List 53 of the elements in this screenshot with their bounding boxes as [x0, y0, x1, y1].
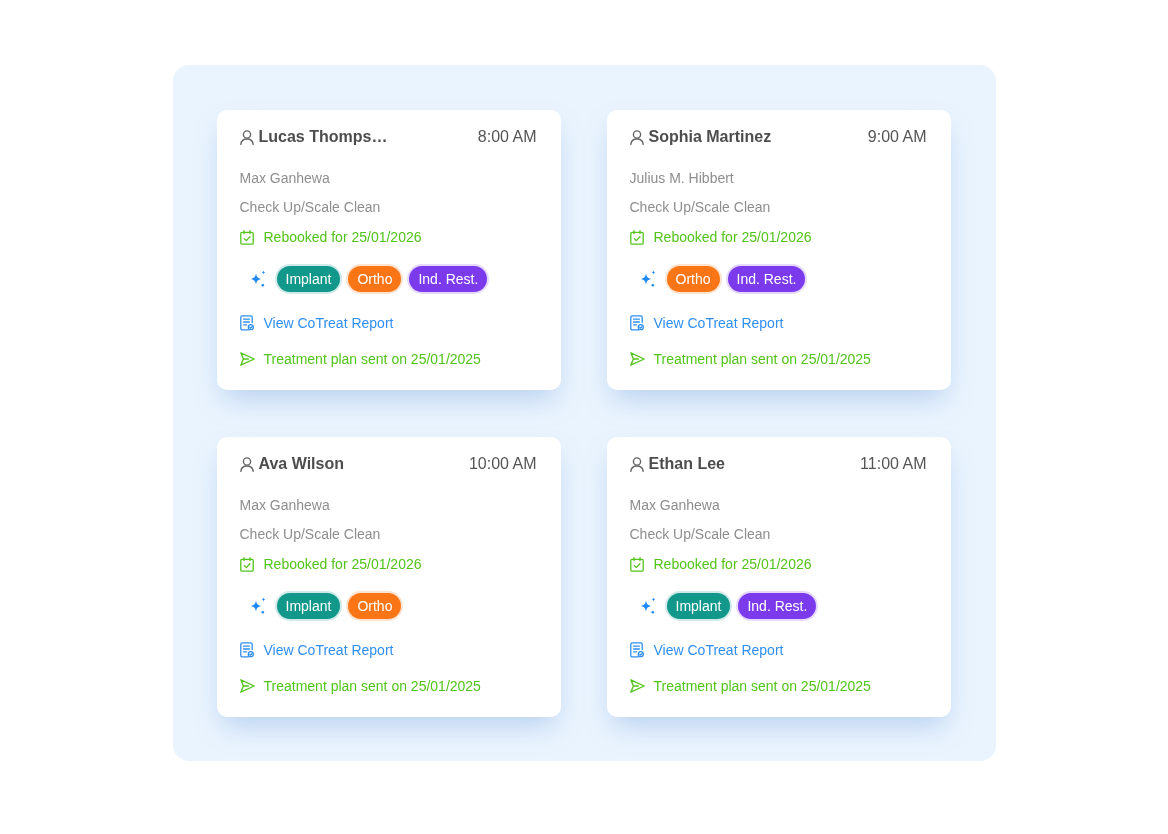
provider-name: Max Ganhewa: [239, 169, 330, 188]
category-tag: Implant: [276, 266, 341, 292]
view-report-link[interactable]: View CoTreat Report: [263, 640, 394, 660]
plan-sent-status: Treatment plan sent on 25/01/2025: [263, 677, 481, 696]
patient-name: Ethan Lee: [648, 454, 725, 474]
appointment-time: 11:00 AM: [860, 454, 927, 474]
category-tag: Ortho: [348, 593, 402, 619]
procedure-name: Check Up/Scale Clean: [629, 198, 771, 217]
rebooked-status: Rebooked for 25/01/2026: [263, 555, 422, 574]
view-report-link[interactable]: View CoTreat Report: [653, 640, 784, 660]
document-icon: [239, 315, 254, 331]
send-icon: [629, 352, 645, 366]
category-tag: Ind. Rest.: [409, 266, 488, 292]
plan-sent-status: Treatment plan sent on 25/01/2025: [653, 350, 871, 369]
procedure-name: Check Up/Scale Clean: [629, 525, 771, 544]
provider-name: Max Ganhewa: [239, 496, 330, 515]
appointment-time: 8:00 AM: [477, 127, 537, 147]
appointment-time: 9:00 AM: [867, 127, 927, 147]
person-icon: [629, 129, 644, 145]
patient-name: Lucas Thomps…: [258, 127, 388, 147]
category-tag: Ind. Rest.: [727, 266, 806, 292]
plan-sent-status: Treatment plan sent on 25/01/2025: [263, 350, 481, 369]
document-icon: [629, 642, 644, 658]
provider-name: Julius M. Hibbert: [629, 169, 734, 188]
rebooked-status: Rebooked for 25/01/2026: [653, 555, 812, 574]
person-icon: [239, 456, 254, 472]
category-tag: Ortho: [666, 266, 720, 292]
calendar-check-icon: [629, 556, 644, 572]
calendar-check-icon: [239, 556, 254, 572]
send-icon: [239, 679, 255, 693]
procedure-name: Check Up/Scale Clean: [239, 198, 381, 217]
category-tag: Ind. Rest.: [738, 593, 817, 619]
procedure-name: Check Up/Scale Clean: [239, 525, 381, 544]
category-tag: Implant: [666, 593, 731, 619]
calendar-check-icon: [239, 229, 254, 245]
category-tag: Ortho: [348, 266, 402, 292]
document-icon: [239, 642, 254, 658]
calendar-check-icon: [629, 229, 644, 245]
rebooked-status: Rebooked for 25/01/2026: [263, 228, 422, 247]
document-icon: [629, 315, 644, 331]
send-icon: [239, 352, 255, 366]
rebooked-status: Rebooked for 25/01/2026: [653, 228, 812, 247]
person-icon: [629, 456, 644, 472]
view-report-link[interactable]: View CoTreat Report: [263, 313, 394, 333]
patient-name: Sophia Martinez: [648, 127, 772, 147]
person-icon: [239, 129, 254, 145]
category-tag: Implant: [276, 593, 341, 619]
provider-name: Max Ganhewa: [629, 496, 720, 515]
plan-sent-status: Treatment plan sent on 25/01/2025: [653, 677, 871, 696]
appointment-time: 10:00 AM: [468, 454, 537, 474]
view-report-link[interactable]: View CoTreat Report: [653, 313, 784, 333]
patient-name: Ava Wilson: [258, 454, 344, 474]
send-icon: [629, 679, 645, 693]
